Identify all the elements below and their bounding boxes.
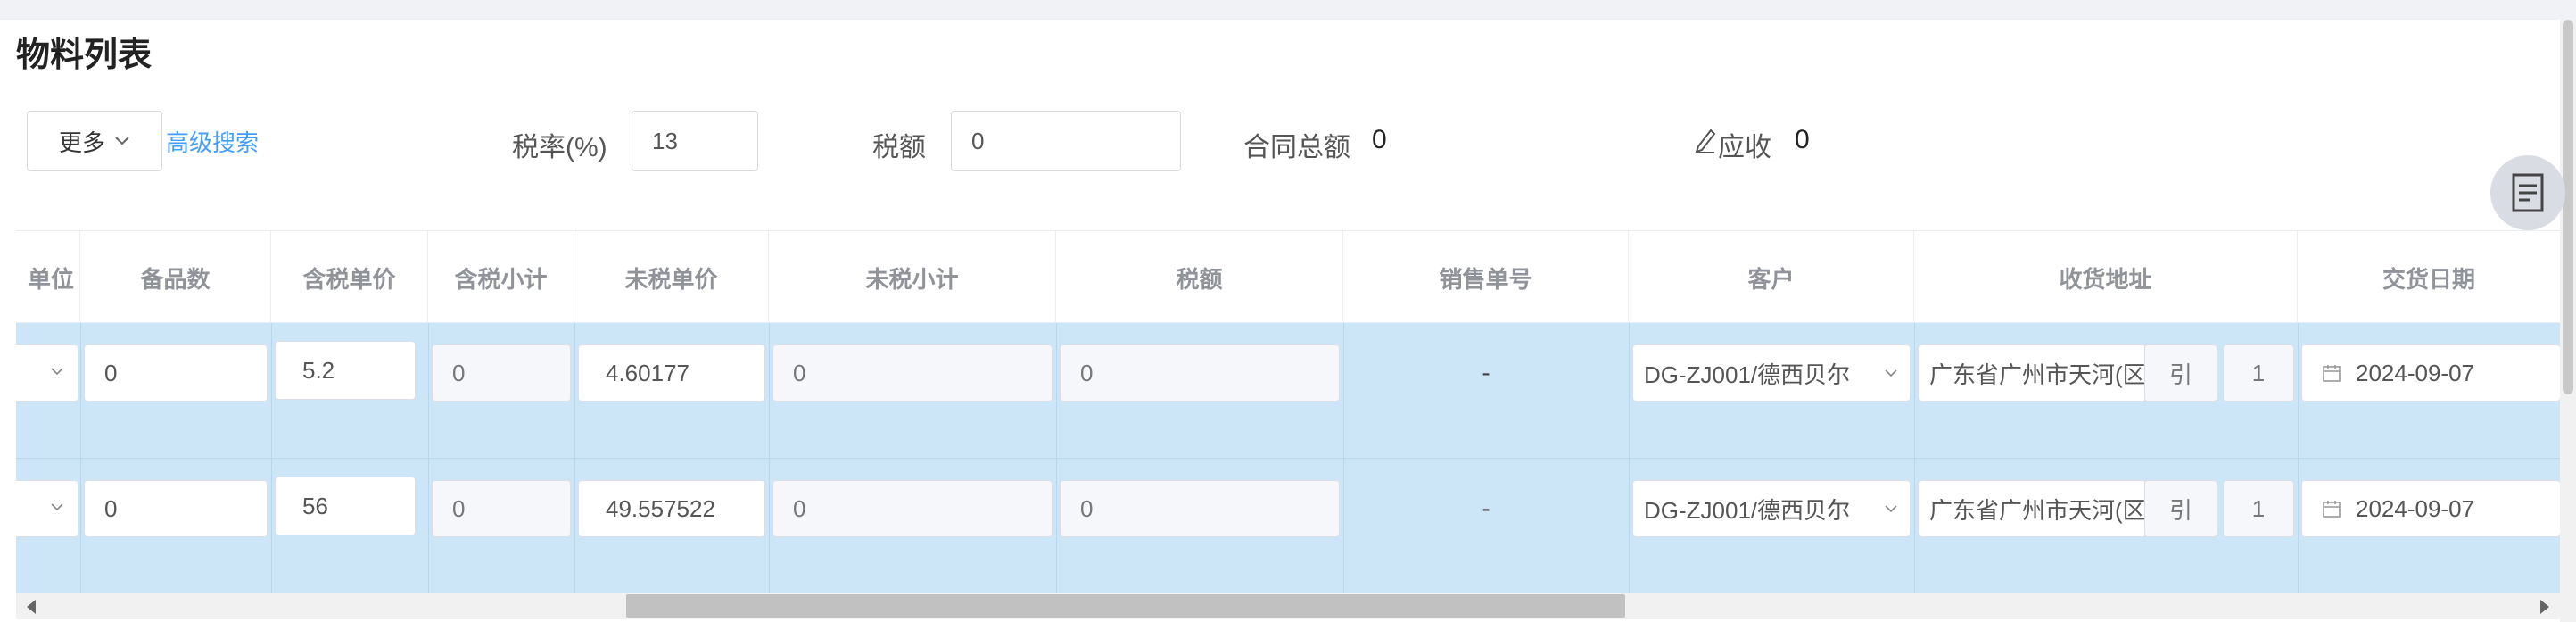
- delivery-date-value: 2024-09-07: [2356, 359, 2474, 386]
- col-address: 收货地址: [1914, 231, 2298, 324]
- horizontal-scrollbar[interactable]: [16, 593, 2560, 619]
- receivable-value: 0: [1795, 125, 1810, 154]
- scroll-left-arrow[interactable]: [27, 600, 36, 614]
- address-count[interactable]: 1: [2223, 480, 2294, 537]
- chevron-down-icon: [1885, 369, 1897, 377]
- col-unit-price-tax: 含税单价: [271, 231, 428, 324]
- table-header: 单位 备品数 含税单价 含税小计 未税单价 未税小计 税额 销售单号 客户 收货…: [16, 230, 2560, 324]
- col-tax: 税额: [1056, 231, 1343, 324]
- contract-total-value: 0: [1372, 125, 1387, 154]
- vertical-scrollbar[interactable]: [2560, 20, 2576, 622]
- contract-total-label: 合同总额: [1243, 133, 1350, 162]
- tax-amount-input[interactable]: 0: [951, 111, 1181, 171]
- address-quote-button[interactable]: 引: [2144, 480, 2217, 537]
- address-quote-button[interactable]: 引: [2144, 344, 2217, 402]
- vertical-scroll-thumb[interactable]: [2563, 20, 2573, 394]
- customer-value: DG-ZJ001/德西贝尔: [1644, 496, 1851, 524]
- calendar-icon: [2323, 365, 2341, 382]
- delivery-date-picker[interactable]: 2024-09-07: [2301, 480, 2560, 537]
- address-count[interactable]: 1: [2223, 344, 2294, 402]
- chevron-down-icon: [51, 368, 63, 376]
- receivable-label: 应收: [1718, 133, 1771, 162]
- chevron-down-icon: [115, 137, 129, 145]
- tax-rate-value: 13: [652, 127, 678, 154]
- edit-icon[interactable]: [1693, 127, 1716, 158]
- unit-price-notax-input[interactable]: 4.60177: [578, 344, 765, 402]
- col-subtotal-notax: 未税小计: [769, 231, 1056, 324]
- col-delivery-date: 交货日期: [2382, 265, 2475, 293]
- col-unit: 单位: [0, 231, 80, 324]
- scroll-right-arrow[interactable]: [2540, 600, 2549, 614]
- advanced-search-link[interactable]: 高级搜索: [166, 125, 259, 158]
- table-row: 0 56 0 49.557522 0 0 - DG-ZJ001/德西贝尔 广东省…: [16, 459, 2560, 594]
- col-subtotal-tax: 含税小计: [428, 231, 574, 324]
- col-unit-price-notax: 未税单价: [574, 231, 769, 324]
- tax-rate-input[interactable]: 13: [632, 111, 758, 171]
- tax-amount-label: 税额: [872, 133, 926, 162]
- spare-qty-input[interactable]: 0: [84, 344, 268, 402]
- sales-no-text: -: [1482, 359, 1490, 386]
- table-row: 0 5.2 0 4.60177 0 0 - DG-ZJ001/德西贝尔 广东省广…: [16, 323, 2560, 459]
- horizontal-scroll-thumb[interactable]: [626, 594, 1625, 618]
- unit-price-tax-input[interactable]: 56: [275, 477, 416, 535]
- unit-price-notax-input[interactable]: 49.557522: [578, 480, 765, 537]
- tax-rate-label: 税率(%): [512, 133, 607, 162]
- chevron-down-icon: [51, 503, 63, 511]
- tax-field: 0: [1060, 344, 1340, 402]
- col-spare-qty: 备品数: [80, 231, 271, 324]
- customer-select[interactable]: DG-ZJ001/德西贝尔: [1632, 480, 1911, 537]
- calendar-icon: [2323, 501, 2341, 518]
- document-icon: [2512, 173, 2544, 212]
- subtotal-notax-field: 0: [772, 480, 1053, 537]
- more-button-label: 更多: [58, 129, 105, 156]
- chevron-down-icon: [1885, 505, 1897, 513]
- address-input[interactable]: 广东省广州市天河(区: [1918, 480, 2146, 537]
- spare-qty-input[interactable]: 0: [84, 480, 268, 537]
- col-sales-no: 销售单号: [1343, 231, 1629, 324]
- tax-field: 0: [1060, 480, 1340, 537]
- subtotal-tax-field: 0: [432, 344, 571, 402]
- unit-price-tax-input[interactable]: 5.2: [275, 341, 416, 400]
- material-table: 单位 备品数 含税单价 含税小计 未税单价 未税小计 税额 销售单号 客户 收货…: [16, 230, 2560, 598]
- delivery-date-picker[interactable]: 2024-09-07: [2301, 344, 2560, 402]
- unit-select[interactable]: [16, 480, 78, 537]
- subtotal-notax-field: 0: [772, 344, 1053, 402]
- col-customer: 客户: [1629, 231, 1914, 324]
- tax-amount-value: 0: [971, 127, 985, 154]
- customer-value: DG-ZJ001/德西贝尔: [1644, 361, 1851, 388]
- delivery-date-value: 2024-09-07: [2356, 494, 2474, 522]
- unit-select[interactable]: [16, 344, 78, 402]
- address-input[interactable]: 广东省广州市天河(区: [1918, 344, 2146, 402]
- more-button[interactable]: 更多: [27, 111, 162, 171]
- sales-no-text: -: [1482, 494, 1490, 522]
- customer-select[interactable]: DG-ZJ001/德西贝尔: [1632, 344, 1911, 402]
- document-button[interactable]: [2490, 155, 2565, 230]
- subtotal-tax-field: 0: [432, 480, 571, 537]
- page-title: 物料列表: [16, 37, 153, 74]
